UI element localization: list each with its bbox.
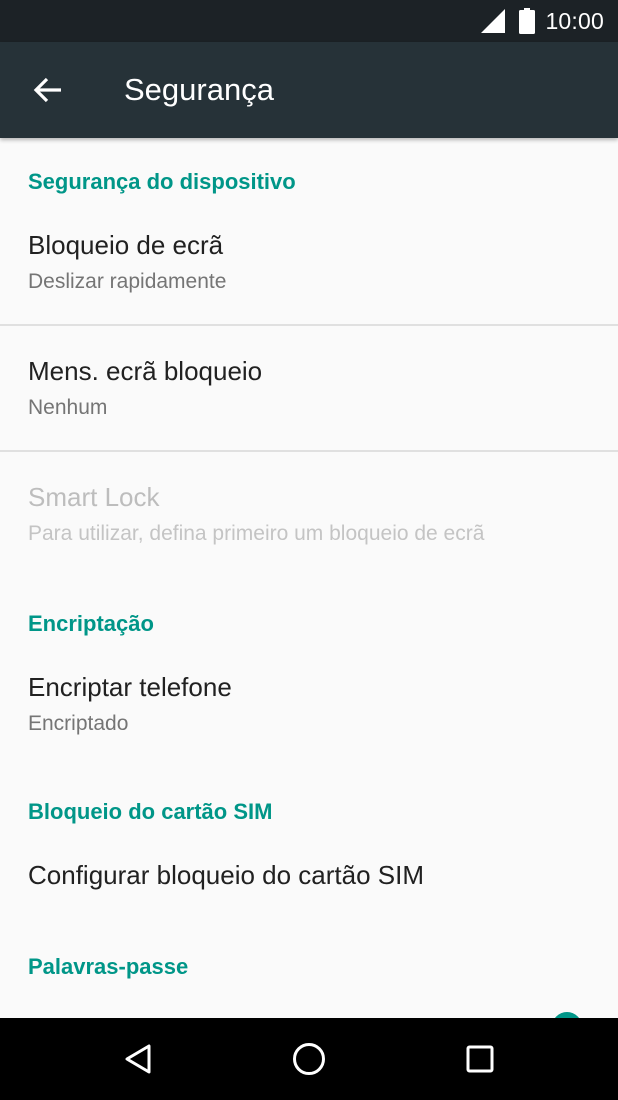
status-time: 10:00 xyxy=(545,7,604,34)
cell-signal-icon xyxy=(481,9,519,33)
status-icons: 10:00 xyxy=(481,0,604,42)
back-triangle-icon xyxy=(123,1043,153,1075)
pref-summary: Para utilizar, defina primeiro um bloque… xyxy=(28,522,485,545)
status-bar: 10:00 xyxy=(0,0,618,42)
pref-encrypt-phone[interactable]: Encriptar telefone Encriptado xyxy=(0,648,618,758)
home-circle-icon xyxy=(292,1042,326,1076)
nav-back-button[interactable] xyxy=(108,1034,168,1084)
navigation-bar xyxy=(0,1018,618,1100)
section-header-sim-lock: Bloqueio do cartão SIM xyxy=(28,799,273,824)
pref-summary: Deslizar rapidamente xyxy=(28,270,227,293)
section-header-passwords: Palavras-passe xyxy=(28,954,189,979)
pref-title: Smart Lock xyxy=(28,482,160,512)
pref-setup-sim-lock[interactable]: Configurar bloqueio do cartão SIM xyxy=(0,838,618,938)
recents-square-icon xyxy=(466,1045,494,1073)
pref-screen-lock[interactable]: Bloqueio de ecrã Deslizar rapidamente xyxy=(0,212,618,324)
settings-list: Segurança do dispositivo Bloqueio de ecr… xyxy=(0,138,618,1018)
pref-title: Bloqueio de ecrã xyxy=(28,230,224,260)
arrow-back-icon xyxy=(33,77,63,103)
battery-icon xyxy=(519,8,545,34)
app-bar: Segurança xyxy=(0,42,618,138)
pref-summary: Encriptado xyxy=(28,712,129,735)
page-title: Segurança xyxy=(124,72,274,107)
pref-title: Encriptar telefone xyxy=(28,672,232,702)
back-button[interactable] xyxy=(18,66,78,114)
pref-summary: Nenhum xyxy=(28,396,108,419)
pref-smart-lock: Smart Lock Para utilizar, defina primeir… xyxy=(0,452,618,578)
nav-recents-button[interactable] xyxy=(450,1034,510,1084)
pref-title: Mens. ecrã bloqueio xyxy=(28,356,263,386)
section-header-encryption: Encriptação xyxy=(28,611,154,636)
pref-title: Configurar bloqueio do cartão SIM xyxy=(28,860,425,890)
nav-home-button[interactable] xyxy=(279,1034,339,1084)
pref-lock-screen-message[interactable]: Mens. ecrã bloqueio Nenhum xyxy=(0,326,618,450)
section-header-device-security: Segurança do dispositivo xyxy=(28,169,296,194)
